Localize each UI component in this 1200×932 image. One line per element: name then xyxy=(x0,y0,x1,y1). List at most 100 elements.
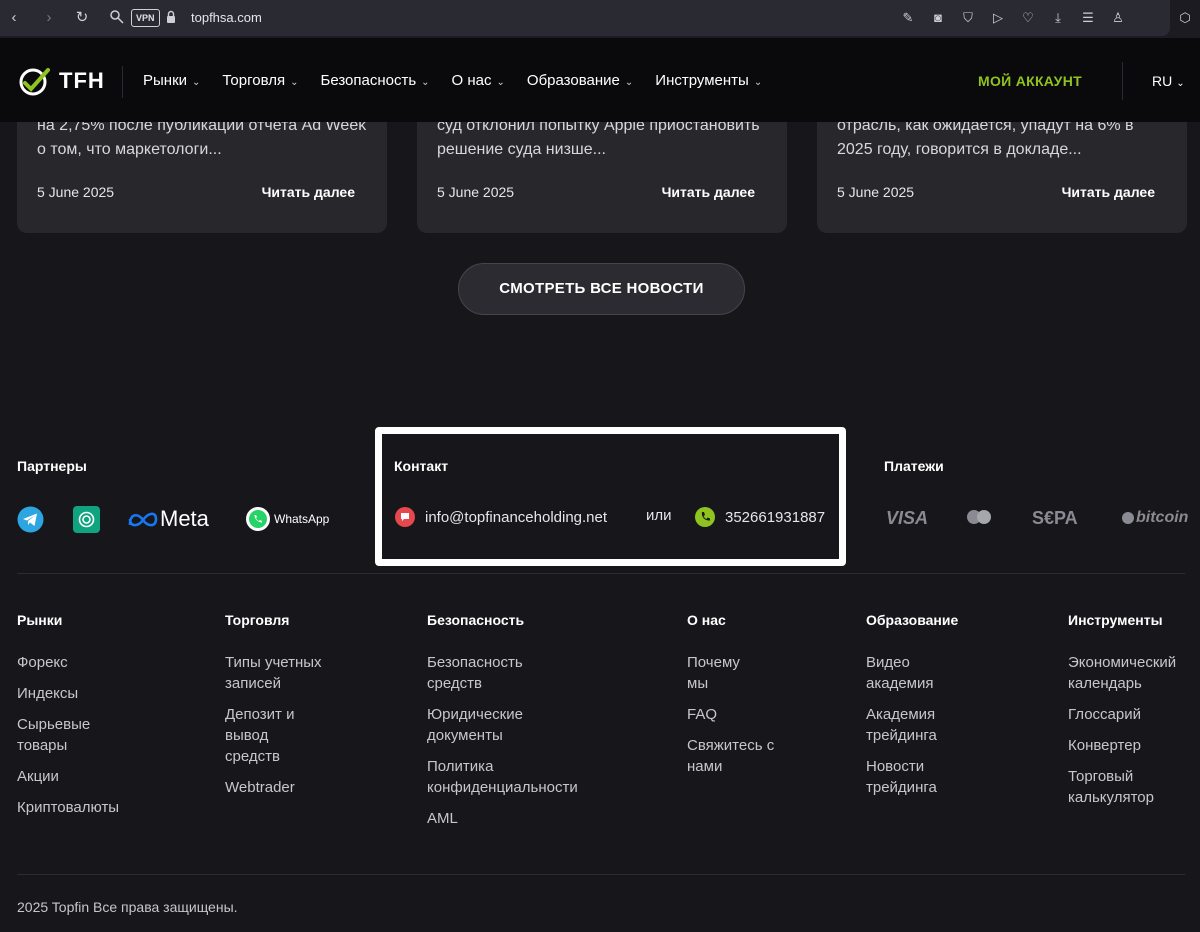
footer-link[interactable]: Новости трейдинга xyxy=(866,756,956,798)
logo-icon xyxy=(19,68,50,96)
chatgpt-icon[interactable] xyxy=(73,504,100,534)
menu-item-education[interactable]: Образование ⌄ xyxy=(527,72,633,89)
footer-col-title: Безопасность xyxy=(427,612,525,628)
url-text[interactable]: topfhsa.com xyxy=(191,10,262,25)
contact-highlight-box xyxy=(375,427,846,566)
footer-col-title: Торговля xyxy=(225,612,290,628)
chevron-down-icon: ⌄ xyxy=(421,77,430,88)
footer-col-title: О нас xyxy=(687,612,726,628)
footer-link[interactable]: AML xyxy=(427,808,597,829)
footer-link[interactable]: Почему мы xyxy=(687,652,757,694)
footer-col-markets: Рынки Форекс Индексы Сырьевые товары Акц… xyxy=(17,612,119,828)
footer-col-title: Рынки xyxy=(17,612,63,628)
payments-title: Платежи xyxy=(884,458,944,474)
footer-link[interactable]: Форекс xyxy=(17,652,119,673)
whatsapp-logo[interactable]: WhatsApp xyxy=(245,504,329,534)
chevron-down-icon: ⌄ xyxy=(192,77,201,88)
site-header: TFH Рынки ⌄ Торговля ⌄ Безопасность ⌄ О нас… xyxy=(0,38,1200,122)
play-icon[interactable]: ▷ xyxy=(988,9,1008,27)
footer-link[interactable]: Акции xyxy=(17,766,119,787)
site-settings-icon[interactable] xyxy=(108,9,126,27)
chevron-down-icon: ⌄ xyxy=(624,77,634,88)
footer-link[interactable]: Безопасность средств xyxy=(427,652,547,694)
footer-link[interactable]: Конвертер xyxy=(1068,735,1193,756)
contact-email[interactable]: info@topfinanceholding.net xyxy=(395,507,607,527)
language-selector[interactable]: RU ⌄ xyxy=(1152,73,1185,89)
news-date: 5 June 2025 xyxy=(37,184,115,200)
meta-logo[interactable]: Meta xyxy=(128,504,209,534)
read-more-link[interactable]: Читать далее xyxy=(1062,184,1155,200)
my-account-link[interactable]: МОЙ АККАУНТ xyxy=(978,73,1082,89)
address-bar-area: ‹ › ↻ VPN topfhsa.com ✎ ◙ ⛉ ▷ ♡ ⤓ ☰ ♙ xyxy=(0,0,1170,36)
divider xyxy=(17,874,1185,875)
view-all-news-button[interactable]: СМОТРЕТЬ ВСЕ НОВОСТИ xyxy=(458,263,745,315)
back-icon[interactable]: ‹ xyxy=(5,9,23,27)
forward-icon[interactable]: › xyxy=(40,9,58,27)
browser-toolbar: ✎ ◙ ⛉ ▷ ♡ ⤓ ☰ ♙ xyxy=(898,9,1128,27)
visa-logo: VISA xyxy=(886,507,929,528)
footer-link[interactable]: Глоссарий xyxy=(1068,704,1193,725)
news-date: 5 June 2025 xyxy=(437,184,515,200)
header-divider xyxy=(122,66,123,98)
lock-icon xyxy=(167,10,175,23)
footer-col-security: Безопасность Безопасность средств Юридич… xyxy=(427,612,597,839)
chevron-down-icon: ⌄ xyxy=(1176,78,1185,89)
footer-link[interactable]: Видео академия xyxy=(866,652,956,694)
mastercard-icon xyxy=(964,506,994,530)
telegram-icon[interactable] xyxy=(17,504,44,534)
download-icon[interactable]: ⤓ xyxy=(1048,9,1068,27)
header-divider xyxy=(1122,62,1123,100)
logo-text: TFH xyxy=(59,68,105,93)
footer-link[interactable]: Webtrader xyxy=(225,777,335,798)
read-more-link[interactable]: Читать далее xyxy=(262,184,355,200)
edit-icon[interactable]: ✎ xyxy=(898,9,918,27)
menu-item-about[interactable]: О нас ⌄ xyxy=(452,72,505,89)
extensions-icon[interactable]: ⬡ xyxy=(1176,9,1194,27)
bitcoin-logo: bitcoin xyxy=(1122,506,1188,530)
footer-link[interactable]: Свяжитесь с нами xyxy=(687,735,777,777)
menu-item-markets[interactable]: Рынки ⌄ xyxy=(143,72,200,89)
footer-col-title: Инструменты xyxy=(1068,612,1163,628)
menu-item-trading[interactable]: Торговля ⌄ xyxy=(222,72,298,89)
news-date: 5 June 2025 xyxy=(837,184,915,200)
profile-icon[interactable]: ♙ xyxy=(1108,9,1128,27)
contact-or: или xyxy=(646,507,672,524)
phone-icon xyxy=(695,507,715,527)
read-more-link[interactable]: Читать далее xyxy=(662,184,755,200)
footer-link[interactable]: FAQ xyxy=(687,704,777,725)
footer-link[interactable]: Юридические документы xyxy=(427,704,547,746)
sepa-logo: S€PA xyxy=(1032,507,1078,528)
main-menu: Рынки ⌄ Торговля ⌄ Безопасность ⌄ О нас ⌄ Об… xyxy=(143,72,784,89)
copyright-text: 2025 Topfin Все права защищены. xyxy=(17,899,238,915)
contact-phone[interactable]: 352661931887 xyxy=(695,507,825,527)
footer-link[interactable]: Криптовалюты xyxy=(17,797,119,818)
footer-link[interactable]: Политика конфиденциальности xyxy=(427,756,597,798)
footer-link[interactable]: Индексы xyxy=(17,683,119,704)
chat-icon xyxy=(395,507,415,527)
heart-icon[interactable]: ♡ xyxy=(1018,9,1038,27)
footer-link[interactable]: Торговый калькулятор xyxy=(1068,766,1178,808)
browser-chrome: ‹ › ↻ VPN topfhsa.com ✎ ◙ ⛉ ▷ ♡ ⤓ ☰ ♙ ⬡ xyxy=(0,0,1200,38)
chevron-down-icon: ⌄ xyxy=(753,77,763,88)
divider xyxy=(17,573,1185,574)
reload-icon[interactable]: ↻ xyxy=(73,9,91,27)
footer-col-about: О нас Почему мы FAQ Свяжитесь с нами xyxy=(687,612,777,787)
footer-link[interactable]: Депозит и вывод средств xyxy=(225,704,305,767)
menu-item-security[interactable]: Безопасность ⌄ xyxy=(320,72,429,89)
footer-link[interactable]: Типы учетных записей xyxy=(225,652,335,694)
footer-link[interactable]: Сырьевые товары xyxy=(17,714,107,756)
menu-icon[interactable]: ☰ xyxy=(1078,9,1098,27)
shield-icon[interactable]: ⛉ xyxy=(958,9,978,27)
footer-link[interactable]: Академия трейдинга xyxy=(866,704,956,746)
footer-col-trading: Торговля Типы учетных записей Депозит и … xyxy=(225,612,335,808)
footer-col-title: Образование xyxy=(866,612,959,628)
menu-item-tools[interactable]: Инструменты ⌄ xyxy=(655,72,762,89)
vpn-badge[interactable]: VPN xyxy=(131,9,160,27)
camera-icon[interactable]: ◙ xyxy=(928,9,948,27)
footer-col-tools: Инструменты Экономический календарь Глос… xyxy=(1068,612,1193,818)
contact-title: Контакт xyxy=(394,458,449,474)
chevron-down-icon: ⌄ xyxy=(290,77,299,88)
footer-link[interactable]: Экономический календарь xyxy=(1068,652,1193,694)
footer-col-education: Образование Видео академия Академия трей… xyxy=(866,612,958,808)
site-logo[interactable]: TFH xyxy=(17,65,105,97)
